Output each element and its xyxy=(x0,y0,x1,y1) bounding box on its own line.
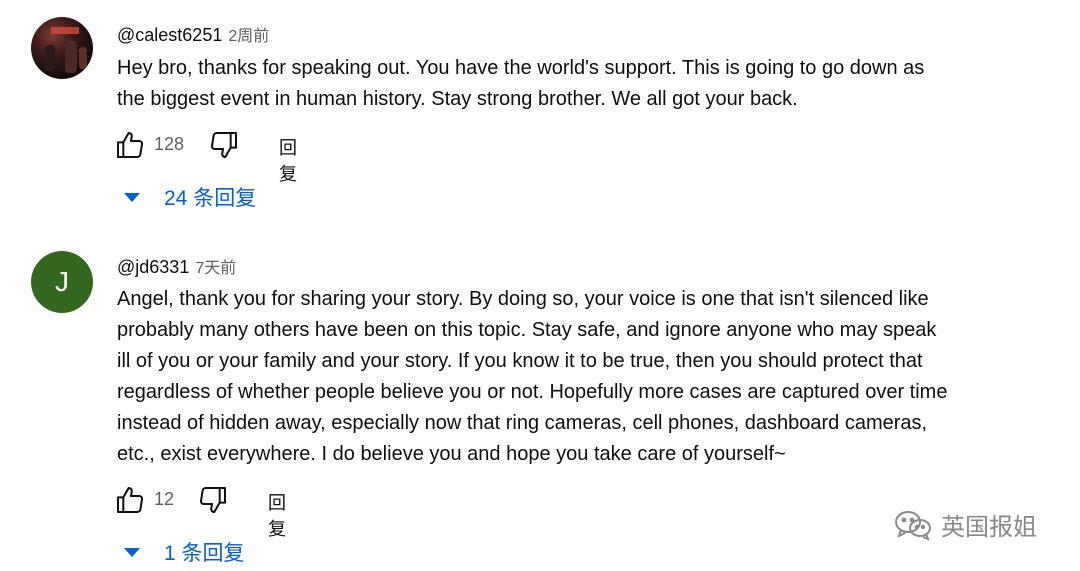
comment-text-line: etc., exist everywhere. I do believe you… xyxy=(117,443,786,465)
thumb-down-icon xyxy=(211,132,237,158)
comment-text-line: the biggest event in human history. Stay… xyxy=(117,88,798,110)
comment-text-line: probably many others have been on this t… xyxy=(117,319,937,341)
watermark: 英国报姐 xyxy=(893,507,1037,542)
avatar-figure-shape xyxy=(79,47,87,69)
caret-down-icon xyxy=(124,547,140,557)
comment-time[interactable]: 2周前 xyxy=(228,28,269,45)
avatar[interactable] xyxy=(31,17,93,79)
avatar-figure-shape xyxy=(45,45,55,71)
view-replies-button[interactable]: 24 条回复 xyxy=(124,182,256,212)
comment-text-line: regardless of whether people believe you… xyxy=(117,381,948,403)
like-button[interactable] xyxy=(113,128,147,162)
avatar-sign-shape xyxy=(51,27,79,34)
avatar-figure-shape xyxy=(65,41,77,73)
comment-header: @calest6251 2周前 xyxy=(117,22,269,46)
dislike-button[interactable] xyxy=(207,128,241,162)
thumb-up-icon xyxy=(117,132,143,158)
replies-count-label: 24 条回复 xyxy=(164,187,257,210)
avatar-letter: J xyxy=(55,266,69,297)
comment-text-line: Hey bro, thanks for speaking out. You ha… xyxy=(117,57,925,79)
caret-down-icon xyxy=(124,192,140,202)
like-button[interactable] xyxy=(113,483,147,517)
replies-count-label: 1 条回复 xyxy=(164,542,245,565)
thumb-up-icon xyxy=(117,487,143,513)
comment-text-line: ill of you or your family and your story… xyxy=(117,350,923,372)
reply-button[interactable]: 回复 xyxy=(279,134,297,186)
dislike-button[interactable] xyxy=(196,483,230,517)
reply-button[interactable]: 回复 xyxy=(268,489,286,541)
wechat-icon xyxy=(895,510,931,541)
author-name[interactable]: @jd6331 xyxy=(117,257,189,277)
comment-text: Hey bro, thanks for speaking out. You ha… xyxy=(117,53,1017,115)
avatar[interactable]: J xyxy=(31,251,93,313)
comment-text-line: Angel, thank you for sharing your story.… xyxy=(117,288,929,310)
like-count: 12 xyxy=(154,489,175,509)
comment-text: Angel, thank you for sharing your story.… xyxy=(117,284,1017,470)
view-replies-button[interactable]: 1 条回复 xyxy=(124,537,245,567)
author-name[interactable]: @calest6251 xyxy=(117,25,222,45)
comment-text-line: instead of hidden away, especially now t… xyxy=(117,412,928,434)
watermark-text: 英国报姐 xyxy=(941,514,1037,541)
like-count: 128 xyxy=(154,134,185,154)
thumb-down-icon xyxy=(200,487,226,513)
comment-header: @jd6331 7天前 xyxy=(117,254,236,278)
comment-time[interactable]: 7天前 xyxy=(195,260,236,277)
